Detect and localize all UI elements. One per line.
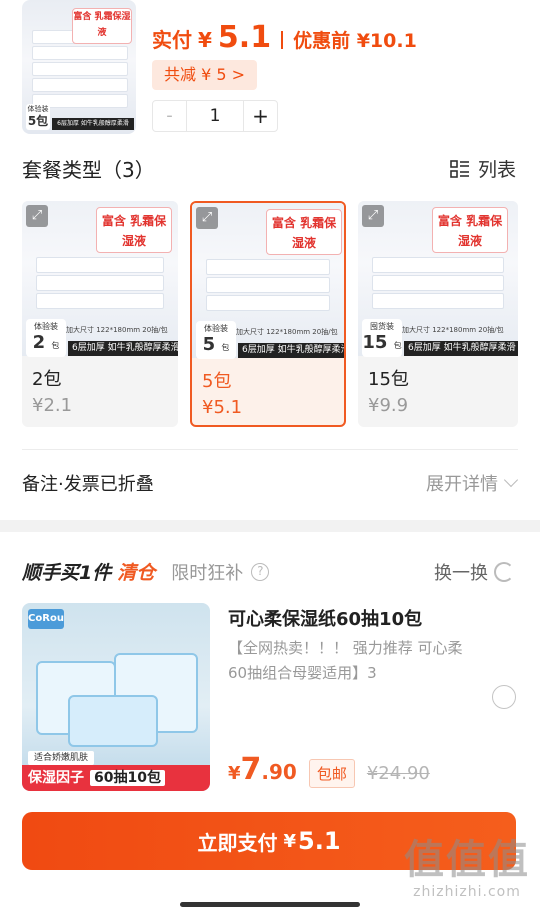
list-icon [450, 159, 469, 178]
addon-title: 顺手买1件 [22, 562, 112, 584]
watermark-url: zhizhizhi.com [413, 884, 521, 900]
thumb-badge-label: 体验装 [27, 105, 49, 113]
original-price: 优惠前 ¥10.1 [293, 30, 417, 52]
expand-icon[interactable]: ⤢ [196, 207, 218, 229]
size-note: 加大尺寸 122*180mm 20抽/包 [66, 326, 168, 334]
quantity-input[interactable]: 1 [187, 101, 243, 131]
badge-unit: 包 [221, 343, 230, 352]
quantity-badge: 体验装 2 包 [26, 319, 66, 357]
quantity-stepper: - 1 + [152, 100, 278, 132]
package-banner: 富含 乳霜保湿液 [266, 209, 342, 255]
package-price: ¥5.1 [202, 397, 243, 418]
image-promo-strip: 保湿因子 60抽10包 [22, 765, 210, 791]
feature-strip: 6层加厚 如牛乳般醇厚柔滑 [68, 341, 178, 356]
addon-product-name[interactable]: 可心柔保湿纸60抽10包 [228, 605, 422, 631]
expand-details-label: 展开详情 [426, 474, 498, 495]
package-banner: 富含 乳霜保湿液 [96, 207, 172, 253]
promo-strip-b: 60抽10包 [90, 770, 165, 786]
package-image: 富含 乳霜保湿液 ⤢ 加大尺寸 122*180mm 20抽/包 体验装 2 包 … [22, 201, 178, 357]
expand-icon[interactable]: ⤢ [26, 205, 48, 227]
help-icon[interactable]: ? [251, 562, 270, 581]
promo-strip-a: 保湿因子 [28, 770, 84, 786]
thumb-strip: 6层加厚 如牛乳般醇厚柔滑 [52, 118, 134, 130]
package-name: 2包 [32, 369, 62, 390]
thumb-badge: 体验装 5包 [26, 104, 50, 130]
remark-invoice-label: 备注·发票已折叠 [22, 474, 154, 495]
addon-price-dec: .90 [261, 760, 297, 784]
decrease-button[interactable]: - [153, 101, 187, 131]
package-price: ¥9.9 [368, 395, 409, 416]
home-indicator[interactable] [180, 902, 360, 907]
currency: ¥ [198, 28, 212, 52]
addon-original-price: ¥24.90 [366, 763, 430, 784]
feature-strip: 6层加厚 如牛乳般醇厚柔滑 [404, 341, 518, 356]
size-note: 加大尺寸 122*180mm 20抽/包 [236, 328, 338, 336]
badge-qty: 5 [202, 334, 216, 355]
pay-now-currency: ¥ [283, 830, 296, 852]
addon-product-description: 【全网热卖！！！ 强力推荐 可心柔60抽组合母婴适用】3 [228, 639, 463, 682]
expand-icon[interactable]: ⤢ [362, 205, 384, 227]
refresh-icon [494, 562, 514, 582]
product-thumbnail[interactable]: 富含 乳霜保湿液 体验装 5包 6层加厚 如牛乳般醇厚柔滑 [22, 0, 136, 134]
expand-details-button[interactable]: 展开详情 [426, 470, 519, 496]
discount-badge[interactable]: 共减 ¥ 5 > [152, 60, 258, 90]
addon-price-int: 7 [240, 752, 262, 787]
pay-now-amount: 5.1 [298, 827, 341, 855]
divider [22, 449, 518, 450]
addon-product-image[interactable]: CoRou 适合娇嫩肌肤 保湿因子 60抽10包 [22, 603, 210, 791]
swap-button[interactable]: 换一换 [434, 559, 514, 585]
thumb-badge-qty: 5包 [27, 114, 49, 128]
pay-label: 实付 [152, 28, 192, 52]
package-image: 富含 乳霜保湿液 ⤢ 加大尺寸 122*180mm 20抽/包 体验装 5 包 … [192, 203, 344, 359]
package-name: 5包 [202, 371, 232, 392]
size-note: 加大尺寸 122*180mm 20抽/包 [402, 326, 504, 334]
package-option-2[interactable]: 富含 乳霜保湿液 ⤢ 加大尺寸 122*180mm 20抽/包 体验装 2 包 … [22, 201, 178, 427]
package-option-15[interactable]: 富含 乳霜保湿液 ⤢ 加大尺寸 122*180mm 20抽/包 囤货装 15 包… [358, 201, 518, 427]
addon-clearance: 清仓 [117, 562, 156, 584]
watermark-logo: 值值值 [404, 836, 530, 883]
list-toggle-label: 列表 [477, 159, 516, 181]
badge-unit: 包 [393, 341, 402, 350]
feature-strip: 6层加厚 如牛乳般醇厚柔滑 [238, 343, 344, 358]
quantity-badge: 囤货装 15 包 [362, 319, 402, 357]
package-price: ¥2.1 [32, 395, 73, 416]
pay-now-label: 立即支付 [197, 830, 278, 855]
separator [281, 31, 284, 49]
addon-price-row: ¥ 7 .90 包邮 ¥24.90 [228, 752, 430, 788]
price-row: 实付 ¥ 5.1 优惠前 ¥10.1 [152, 20, 417, 60]
thumb-banner: 富含 乳霜保湿液 [72, 8, 132, 44]
free-shipping-badge: 包邮 [308, 759, 355, 788]
list-view-toggle[interactable]: 列表 [450, 155, 516, 182]
package-image: 富含 乳霜保湿液 ⤢ 加大尺寸 122*180mm 20抽/包 囤货装 15 包… [358, 201, 518, 357]
brand-logo: CoRou [28, 609, 64, 629]
package-banner: 富含 乳霜保湿液 [432, 207, 508, 253]
pay-amount: 5.1 [217, 20, 272, 55]
chevron-down-icon [503, 472, 519, 488]
watermark: 值值值 zhizhizhi.com [404, 836, 530, 900]
swap-label: 换一换 [434, 563, 488, 584]
badge-qty: 15 [362, 332, 388, 353]
image-tag: 适合娇嫩肌肤 [28, 751, 95, 765]
package-name: 15包 [368, 369, 409, 390]
addon-header: 顺手买1件 清仓 限时狂补 ? [22, 558, 270, 585]
addon-subtitle: 限时狂补 [171, 562, 244, 584]
badge-unit: 包 [51, 341, 60, 350]
increase-button[interactable]: + [243, 101, 277, 131]
package-option-5[interactable]: 富含 乳霜保湿液 ⤢ 加大尺寸 122*180mm 20抽/包 体验装 5 包 … [190, 201, 346, 427]
addon-select-radio[interactable] [492, 685, 516, 709]
package-options: 富含 乳霜保湿液 ⤢ 加大尺寸 122*180mm 20抽/包 体验装 2 包 … [22, 201, 518, 427]
package-type-title: 套餐类型（3） [22, 158, 155, 182]
badge-qty: 2 [32, 332, 46, 353]
addon-price-currency: ¥ [228, 763, 241, 784]
quantity-badge: 体验装 5 包 [196, 321, 236, 359]
